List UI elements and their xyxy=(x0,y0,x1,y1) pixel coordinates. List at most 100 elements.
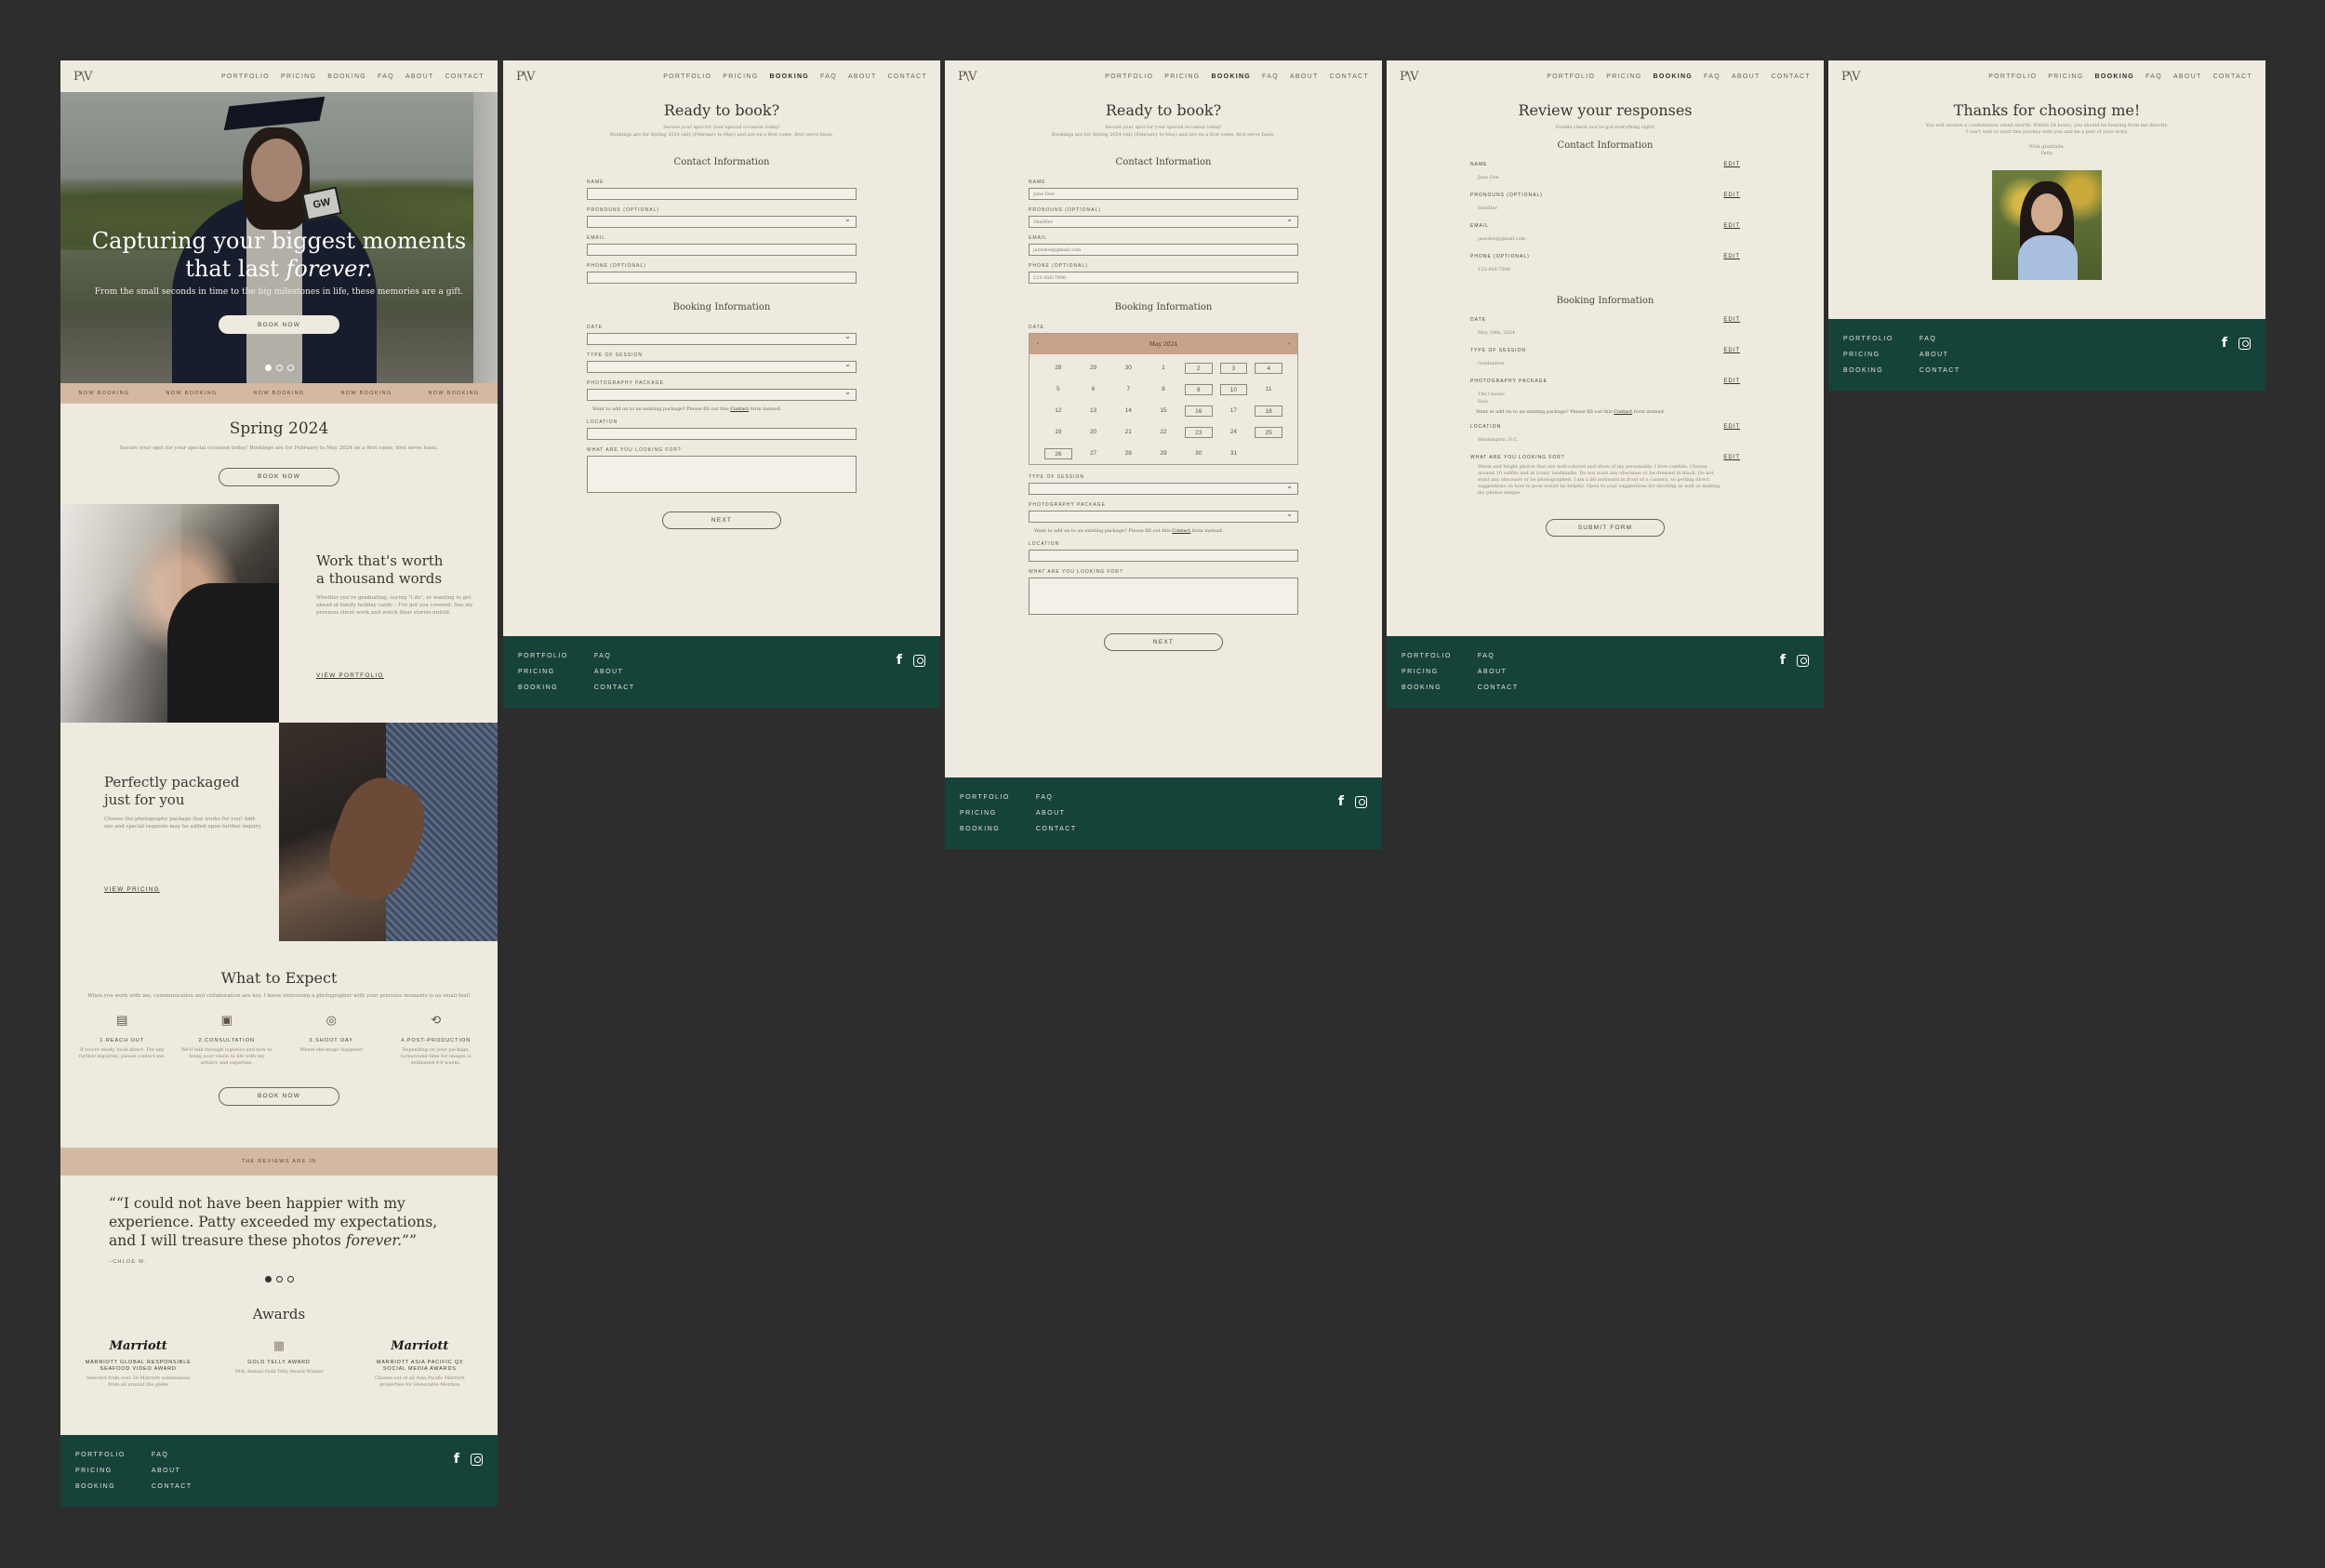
calendar-day[interactable]: 7 xyxy=(1110,384,1146,395)
footer-about[interactable]: ABOUT xyxy=(1478,669,1519,675)
prev-month-button[interactable]: ‹ xyxy=(1037,341,1039,347)
nav-about[interactable]: ABOUT xyxy=(2173,73,2202,80)
footer-pricing[interactable]: PRICING xyxy=(75,1468,126,1474)
footer-contact[interactable]: CONTACT xyxy=(152,1483,193,1490)
footer-pricing[interactable]: PRICING xyxy=(1843,352,1893,358)
nav-contact[interactable]: CONTACT xyxy=(888,73,927,80)
instagram-icon[interactable] xyxy=(913,654,925,667)
nav-booking[interactable]: BOOKING xyxy=(1212,73,1252,80)
nav-about[interactable]: ABOUT xyxy=(1732,73,1760,80)
edit-location-link[interactable]: EDIT xyxy=(1723,424,1740,430)
footer-faq[interactable]: FAQ xyxy=(1478,653,1519,659)
edit-looking-for-link[interactable]: EDIT xyxy=(1723,455,1740,460)
instagram-icon[interactable] xyxy=(2239,337,2251,350)
hero-book-now-button[interactable]: BOOK NOW xyxy=(219,315,339,334)
calendar-day[interactable]: 10 xyxy=(1219,384,1248,395)
facebook-icon[interactable]: f xyxy=(1780,653,1786,668)
name-input[interactable] xyxy=(587,188,857,200)
edit-package-link[interactable]: EDIT xyxy=(1723,379,1740,384)
name-input[interactable]: Jane Doe xyxy=(1029,188,1298,200)
nav-pricing[interactable]: PRICING xyxy=(2048,73,2083,80)
calendar-day[interactable]: 28 xyxy=(1110,448,1146,459)
nav-pricing[interactable]: PRICING xyxy=(1606,73,1641,80)
facebook-icon[interactable]: f xyxy=(897,653,902,668)
contact-form-link[interactable]: Contact xyxy=(1614,409,1632,415)
calendar-day[interactable]: 17 xyxy=(1216,405,1252,417)
nav-portfolio[interactable]: PORTFOLIO xyxy=(221,73,270,80)
edit-phone-link[interactable]: EDIT xyxy=(1723,254,1740,259)
expect-book-now-button[interactable]: BOOK NOW xyxy=(219,1086,339,1106)
calendar-day[interactable]: 31 xyxy=(1216,448,1252,459)
footer-about[interactable]: ABOUT xyxy=(594,669,635,675)
nav-booking[interactable]: BOOKING xyxy=(770,73,810,80)
calendar-day[interactable]: 1 xyxy=(1146,363,1181,374)
calendar-day[interactable]: 3 xyxy=(1219,363,1248,374)
calendar-day[interactable]: 12 xyxy=(1041,405,1076,417)
footer-booking[interactable]: BOOKING xyxy=(960,826,1010,832)
looking-for-textarea[interactable] xyxy=(587,456,857,493)
footer-about[interactable]: ABOUT xyxy=(152,1468,193,1474)
edit-date-link[interactable]: EDIT xyxy=(1723,317,1740,323)
footer-booking[interactable]: BOOKING xyxy=(75,1483,126,1490)
instagram-icon[interactable] xyxy=(471,1453,483,1466)
calendar-day[interactable]: 2 xyxy=(1184,363,1213,374)
calendar-day[interactable]: 14 xyxy=(1110,405,1146,417)
contact-form-link[interactable]: Contact xyxy=(1172,528,1190,534)
nav-about[interactable]: ABOUT xyxy=(1290,73,1319,80)
footer-faq[interactable]: FAQ xyxy=(1920,336,1960,342)
nav-booking[interactable]: BOOKING xyxy=(1654,73,1694,80)
calendar-day[interactable]: 5 xyxy=(1041,384,1076,395)
calendar-day[interactable]: 29 xyxy=(1146,448,1181,459)
nav-about[interactable]: ABOUT xyxy=(848,73,877,80)
next-month-button[interactable]: › xyxy=(1288,341,1290,347)
calendar-day[interactable]: 11 xyxy=(1251,384,1286,395)
location-input[interactable] xyxy=(1029,550,1298,562)
nav-faq[interactable]: FAQ xyxy=(2146,73,2162,80)
edit-email-link[interactable]: EDIT xyxy=(1723,223,1740,229)
nav-contact[interactable]: CONTACT xyxy=(2213,73,2252,80)
calendar-day[interactable]: 21 xyxy=(1110,427,1146,438)
looking-for-textarea[interactable] xyxy=(1029,578,1298,615)
calendar-day[interactable]: 16 xyxy=(1184,405,1213,417)
calendar-day[interactable]: 30 xyxy=(1110,363,1146,374)
calendar-day[interactable]: 28 xyxy=(1041,363,1076,374)
nav-booking[interactable]: BOOKING xyxy=(2095,73,2135,80)
calendar-day[interactable]: 13 xyxy=(1076,405,1111,417)
footer-pricing[interactable]: PRICING xyxy=(518,669,568,675)
nav-about[interactable]: ABOUT xyxy=(405,73,434,80)
footer-about[interactable]: ABOUT xyxy=(1920,352,1960,358)
calendar-day[interactable]: 25 xyxy=(1255,427,1282,438)
package-select[interactable] xyxy=(1029,510,1298,523)
next-button[interactable]: NEXT xyxy=(662,512,781,529)
calendar-day[interactable]: 22 xyxy=(1146,427,1181,438)
footer-contact[interactable]: CONTACT xyxy=(1920,367,1960,374)
calendar-day[interactable]: 9 xyxy=(1184,384,1213,395)
nav-booking[interactable]: BOOKING xyxy=(327,73,366,80)
footer-booking[interactable]: BOOKING xyxy=(1843,367,1893,374)
footer-pricing[interactable]: PRICING xyxy=(1402,669,1452,675)
footer-contact[interactable]: CONTACT xyxy=(1478,684,1519,691)
nav-portfolio[interactable]: PORTFOLIO xyxy=(663,73,711,80)
session-type-select[interactable] xyxy=(587,360,857,373)
nav-portfolio[interactable]: PORTFOLIO xyxy=(1547,73,1595,80)
brand-logo[interactable]: P\V xyxy=(73,71,92,83)
calendar-day[interactable]: 19 xyxy=(1041,427,1076,438)
pronouns-select[interactable] xyxy=(587,215,857,228)
view-pricing-link[interactable]: VIEW PRICING xyxy=(104,886,160,893)
edit-session-link[interactable]: EDIT xyxy=(1723,348,1740,353)
nav-portfolio[interactable]: PORTFOLIO xyxy=(1105,73,1153,80)
spring-book-now-button[interactable]: BOOK NOW xyxy=(219,467,339,486)
calendar-day[interactable]: 6 xyxy=(1076,384,1111,395)
nav-pricing[interactable]: PRICING xyxy=(1164,73,1200,80)
location-input[interactable] xyxy=(587,428,857,440)
email-input[interactable] xyxy=(587,244,857,256)
nav-contact[interactable]: CONTACT xyxy=(445,73,485,80)
calendar-day[interactable]: 27 xyxy=(1076,448,1111,459)
brand-logo[interactable]: P\V xyxy=(958,71,976,83)
nav-faq[interactable]: FAQ xyxy=(378,73,394,80)
footer-booking[interactable]: BOOKING xyxy=(1402,684,1452,691)
facebook-icon[interactable]: f xyxy=(2222,336,2227,351)
footer-faq[interactable]: FAQ xyxy=(594,653,635,659)
nav-faq[interactable]: FAQ xyxy=(820,73,837,80)
calendar-day[interactable]: 4 xyxy=(1255,363,1282,374)
